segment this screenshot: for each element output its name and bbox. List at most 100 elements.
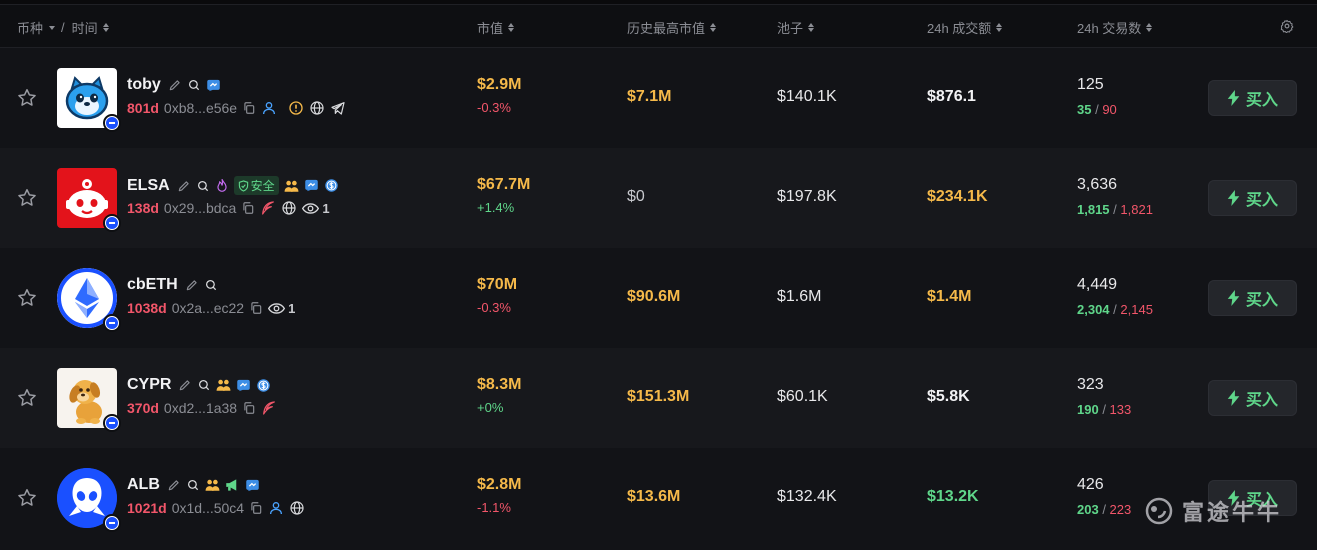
globe-icon[interactable] xyxy=(281,200,297,216)
pool-header[interactable]: 池子 xyxy=(777,18,815,37)
telegram-icon[interactable] xyxy=(330,100,346,116)
volume-header[interactable]: 24h 成交额 xyxy=(927,18,1003,37)
buys-count: 2,304 xyxy=(1077,302,1110,317)
buy-button-label[interactable]: 买入 xyxy=(1246,186,1278,210)
dollar-icon[interactable] xyxy=(256,378,271,393)
sort-icon[interactable] xyxy=(710,23,717,32)
token-name[interactable]: cbETH xyxy=(127,276,178,294)
token-address[interactable]: 0xd2...1a38 xyxy=(164,400,237,416)
buys-sells: 1,815 / 1,821 xyxy=(1077,202,1153,217)
ath-market-cap: $0 xyxy=(627,188,645,205)
buy-button[interactable]: 买入 xyxy=(1208,380,1297,416)
pool-value: $60.1K xyxy=(777,388,828,405)
sort-icon[interactable] xyxy=(1146,23,1153,32)
chevron-down-icon[interactable] xyxy=(49,25,56,30)
txs-header[interactable]: 24h 交易数 xyxy=(1077,18,1153,37)
table-row[interactable]: toby 801d 0xb8...e56e $2.9M -0.3% $7.1M … xyxy=(0,48,1317,148)
time-header-label[interactable]: 时间 xyxy=(72,18,98,37)
star-icon[interactable] xyxy=(16,487,38,509)
warning-icon[interactable] xyxy=(288,100,304,116)
edit-icon[interactable] xyxy=(178,378,192,392)
txs-count: 3,636 xyxy=(1077,176,1118,193)
pool-header-label[interactable]: 池子 xyxy=(777,18,803,37)
volume-header-label[interactable]: 24h 成交额 xyxy=(927,18,991,37)
buy-button[interactable]: 买入 xyxy=(1208,80,1297,116)
token-address[interactable]: 0x1d...50c4 xyxy=(172,500,244,516)
buy-button[interactable]: 买入 xyxy=(1208,280,1297,316)
search-icon[interactable] xyxy=(196,179,210,193)
table-row[interactable]: ALB 1021d 0x1d...50c4 $2.8M -1.1% $13.6M… xyxy=(0,448,1317,550)
feather-icon[interactable] xyxy=(261,400,277,416)
ath-header[interactable]: 历史最高市值 xyxy=(627,18,717,37)
buy-button[interactable]: 买入 xyxy=(1208,180,1297,216)
ath-market-cap: $13.6M xyxy=(627,488,681,505)
token-name[interactable]: CYPR xyxy=(127,376,171,394)
twitter-icon[interactable] xyxy=(245,478,260,493)
txs-header-label[interactable]: 24h 交易数 xyxy=(1077,18,1141,37)
edit-icon[interactable] xyxy=(177,179,191,193)
header-separator: / xyxy=(61,20,65,35)
buy-button-label[interactable]: 买入 xyxy=(1246,286,1278,310)
price-change: -0.3% xyxy=(477,100,511,115)
eye-icon xyxy=(268,302,286,314)
star-icon[interactable] xyxy=(16,87,38,109)
token-address[interactable]: 0x2a...ec22 xyxy=(172,300,244,316)
holders-icon[interactable] xyxy=(284,179,299,193)
edit-icon[interactable] xyxy=(167,478,181,492)
fire-icon[interactable] xyxy=(215,178,229,193)
globe-icon[interactable] xyxy=(309,100,325,116)
holders-icon[interactable] xyxy=(205,478,220,492)
copy-icon[interactable] xyxy=(249,301,263,315)
copy-icon[interactable] xyxy=(249,501,263,515)
sort-icon[interactable] xyxy=(508,23,515,32)
twitter-icon[interactable] xyxy=(206,78,221,93)
search-icon[interactable] xyxy=(186,478,200,492)
buy-button-label[interactable]: 买入 xyxy=(1246,86,1278,110)
buy-button-label[interactable]: 买入 xyxy=(1246,386,1278,410)
globe-icon[interactable] xyxy=(289,500,305,516)
txs-count: 323 xyxy=(1077,376,1104,393)
copy-icon[interactable] xyxy=(242,101,256,115)
market-cap-header-label[interactable]: 市值 xyxy=(477,18,503,37)
dollar-icon[interactable] xyxy=(324,178,339,193)
sells-count: 223 xyxy=(1109,502,1132,517)
feather-icon[interactable] xyxy=(260,200,276,216)
market-cap: $2.8M xyxy=(477,476,522,493)
token-name[interactable]: ELSA xyxy=(127,177,170,195)
sells-count: 133 xyxy=(1109,402,1132,417)
search-icon[interactable] xyxy=(197,378,211,392)
sort-icon[interactable] xyxy=(808,23,815,32)
star-icon[interactable] xyxy=(16,187,38,209)
volume-24h: $5.8K xyxy=(927,388,970,405)
search-icon[interactable] xyxy=(204,278,218,292)
twitter-icon[interactable] xyxy=(304,178,319,193)
gear-icon[interactable] xyxy=(1280,19,1294,33)
table-row[interactable]: cbETH 1038d 0x2a...ec22 1 $70M -0.3% $90… xyxy=(0,248,1317,348)
coin-time-header[interactable]: 币种 / 时间 xyxy=(17,18,109,37)
copy-icon[interactable] xyxy=(241,201,255,215)
edit-icon[interactable] xyxy=(185,278,199,292)
copy-icon[interactable] xyxy=(242,401,256,415)
twitter-icon[interactable] xyxy=(236,378,251,393)
megaphone-icon[interactable] xyxy=(225,478,240,492)
token-name[interactable]: ALB xyxy=(127,476,160,494)
token-age: 370d xyxy=(127,400,159,416)
holders-icon[interactable] xyxy=(216,378,231,392)
table-row[interactable]: CYPR 370d 0xd2...1a38 $8.3M +0% $151.3M … xyxy=(0,348,1317,448)
sort-icon[interactable] xyxy=(102,23,109,32)
star-icon[interactable] xyxy=(16,387,38,409)
token-address[interactable]: 0x29...bdca xyxy=(164,200,236,216)
table-row[interactable]: ELSA 安全 138d 0x29...bdca 1 $67.7M +1.4% … xyxy=(0,148,1317,248)
market-cap-header[interactable]: 市值 xyxy=(477,18,515,37)
search-icon[interactable] xyxy=(187,78,201,92)
ath-header-label[interactable]: 历史最高市值 xyxy=(627,18,705,37)
user-icon[interactable] xyxy=(261,100,277,116)
token-address[interactable]: 0xb8...e56e xyxy=(164,100,237,116)
user-icon[interactable] xyxy=(268,500,284,516)
star-icon[interactable] xyxy=(16,287,38,309)
pool-value: $140.1K xyxy=(777,88,837,105)
sort-icon[interactable] xyxy=(996,23,1003,32)
token-name[interactable]: toby xyxy=(127,76,161,94)
edit-icon[interactable] xyxy=(168,78,182,92)
coin-header-label[interactable]: 币种 xyxy=(17,18,43,37)
